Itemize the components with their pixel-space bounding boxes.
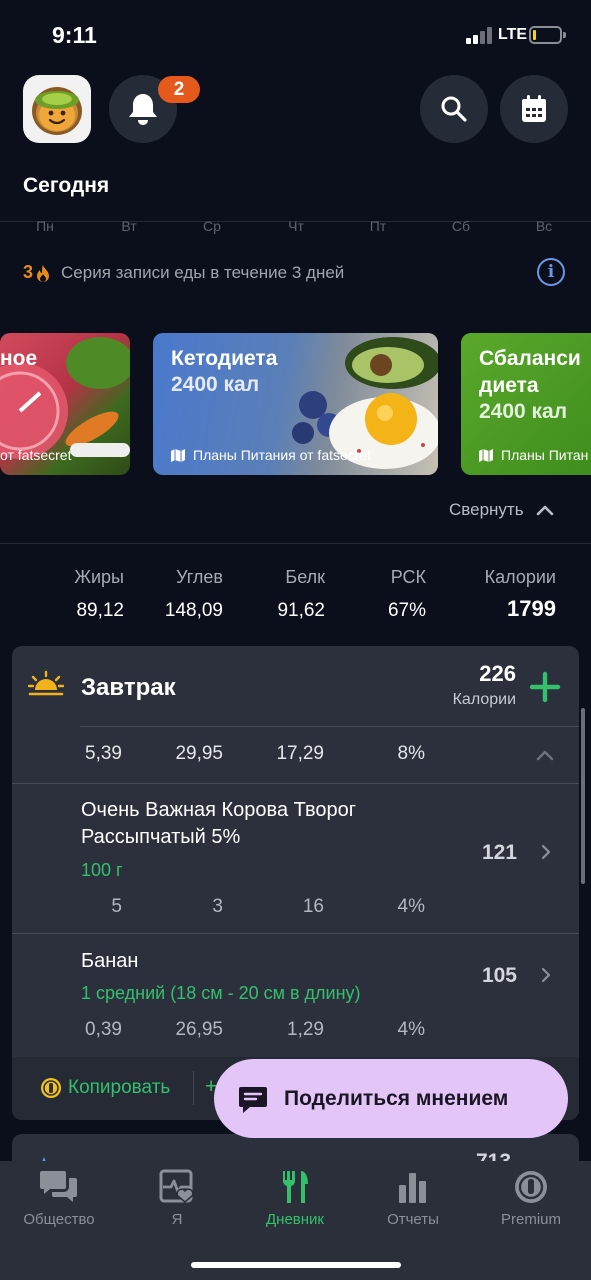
food-name: Банан bbox=[81, 950, 139, 972]
weekday-label[interactable]: Пт bbox=[358, 218, 398, 234]
bell-icon bbox=[129, 94, 157, 125]
divider bbox=[12, 933, 579, 934]
weekday-label[interactable]: Сб bbox=[441, 218, 481, 234]
divider bbox=[193, 1071, 194, 1105]
weekday-label[interactable]: Чт bbox=[276, 218, 316, 234]
info-button[interactable]: i bbox=[537, 258, 565, 286]
calendar-icon bbox=[522, 95, 546, 122]
search-button[interactable] bbox=[420, 75, 488, 143]
food-portion: 100 г bbox=[81, 860, 123, 880]
weekday-label[interactable]: Пн bbox=[25, 218, 65, 234]
sunrise-icon bbox=[28, 670, 64, 696]
plan-card-balanced[interactable]: Сбаланси диета 2400 кал Планы Питан bbox=[461, 333, 591, 475]
food-name: Очень Важная Корова Творог Рассыпчатый 5… bbox=[81, 799, 357, 848]
fork-knife-icon bbox=[282, 1171, 308, 1203]
chevron-right-icon bbox=[541, 844, 551, 860]
home-indicator[interactable] bbox=[191, 1262, 401, 1268]
week-strip: Пн Вт Ср Чт Пт Сб Вс bbox=[0, 216, 591, 234]
search-icon bbox=[441, 96, 467, 122]
plan-source: от fatsecret bbox=[0, 447, 72, 463]
plan-kcal: 2400 кал bbox=[479, 400, 568, 423]
copy-button[interactable]: Копировать bbox=[40, 1077, 170, 1099]
heart-pulse-icon bbox=[159, 1169, 194, 1203]
streak-count: 3 bbox=[23, 262, 34, 282]
weekday-label[interactable]: Вт bbox=[109, 218, 149, 234]
rdi-total: РСК 67% bbox=[387, 567, 426, 621]
divider bbox=[80, 726, 579, 727]
protein-total: Белк 91,62 bbox=[277, 567, 325, 621]
plan-kcal: 2400 кал bbox=[171, 373, 260, 396]
status-time: 9:11 bbox=[52, 22, 97, 48]
tab-me[interactable]: Я bbox=[118, 1169, 236, 1228]
meal-title: Завтрак bbox=[81, 674, 176, 701]
network-type: LTE bbox=[498, 26, 528, 43]
weekday-label[interactable]: Вс bbox=[524, 218, 564, 234]
calendar-button[interactable] bbox=[500, 75, 568, 143]
message-icon bbox=[239, 1086, 267, 1113]
community-icon bbox=[40, 1171, 77, 1202]
premium-lock-icon bbox=[515, 1171, 547, 1203]
chevron-up-icon bbox=[536, 505, 553, 516]
carbs-total: Углев 148,09 bbox=[164, 567, 223, 621]
streak-row: 3 Серия записи еды в течение 3 дней bbox=[23, 262, 344, 283]
copy-icon bbox=[41, 1078, 61, 1098]
plan-title: Кетодиета bbox=[171, 347, 278, 370]
status-bar: 9:11 LTE bbox=[0, 0, 591, 70]
daily-totals: Жиры 89,12 Углев 148,09 Белк 91,62 РСК 6… bbox=[0, 543, 591, 647]
page-title: Сегодня bbox=[23, 174, 110, 197]
feedback-button[interactable]: Поделиться мнением bbox=[214, 1059, 568, 1138]
plan-title: ное bbox=[0, 347, 38, 370]
streak-text: Серия записи еды в течение 3 дней bbox=[61, 262, 345, 282]
collapse-button[interactable]: Свернуть bbox=[449, 500, 554, 520]
flame-icon bbox=[37, 264, 50, 282]
plan-source: Планы Питания от fatsecret bbox=[171, 447, 371, 463]
food-calories: 105 bbox=[481, 964, 517, 987]
chevron-up-icon[interactable] bbox=[536, 749, 554, 761]
divider bbox=[12, 783, 579, 784]
fat-total: Жиры 89,12 bbox=[74, 567, 124, 621]
add-food-button[interactable] bbox=[529, 671, 561, 703]
tab-reports[interactable]: Отчеты bbox=[354, 1169, 472, 1228]
weekday-label[interactable]: Ср bbox=[192, 218, 232, 234]
app-logo[interactable] bbox=[23, 75, 91, 143]
food-calories: 121 bbox=[481, 841, 517, 864]
tab-diary[interactable]: Дневник bbox=[236, 1169, 354, 1228]
screen: 9:11 LTE 2 Сегодня Пн Вт Ср Чт Пт Сб Вс … bbox=[0, 0, 591, 1280]
tab-premium[interactable]: Premium bbox=[472, 1169, 590, 1228]
plan-card-keto[interactable]: Кетодиета 2400 кал Планы Питания от fats… bbox=[153, 333, 438, 475]
scrollbar[interactable] bbox=[581, 708, 585, 884]
plan-card[interactable]: ное от fatsecret bbox=[0, 333, 130, 475]
breakfast-card: Завтрак 226 Калории 5,39 29,95 17,29 8% … bbox=[12, 646, 579, 1120]
notification-badge: 2 bbox=[158, 76, 200, 103]
food-portion: 1 средний (18 см - 20 см в длину) bbox=[81, 983, 361, 1003]
plan-title: Сбаланси диета bbox=[479, 347, 581, 397]
map-icon bbox=[479, 448, 493, 462]
bar-chart-icon bbox=[399, 1173, 426, 1203]
battery-icon bbox=[529, 26, 566, 44]
calories-total: Калории 1799 bbox=[484, 567, 556, 621]
signal-icon bbox=[466, 27, 492, 44]
chevron-right-icon bbox=[541, 967, 551, 983]
plan-source: Планы Питан bbox=[479, 447, 588, 463]
tab-community[interactable]: Общество bbox=[0, 1169, 118, 1228]
map-icon bbox=[171, 448, 185, 462]
meal-calories: 226 Калории bbox=[452, 661, 516, 708]
